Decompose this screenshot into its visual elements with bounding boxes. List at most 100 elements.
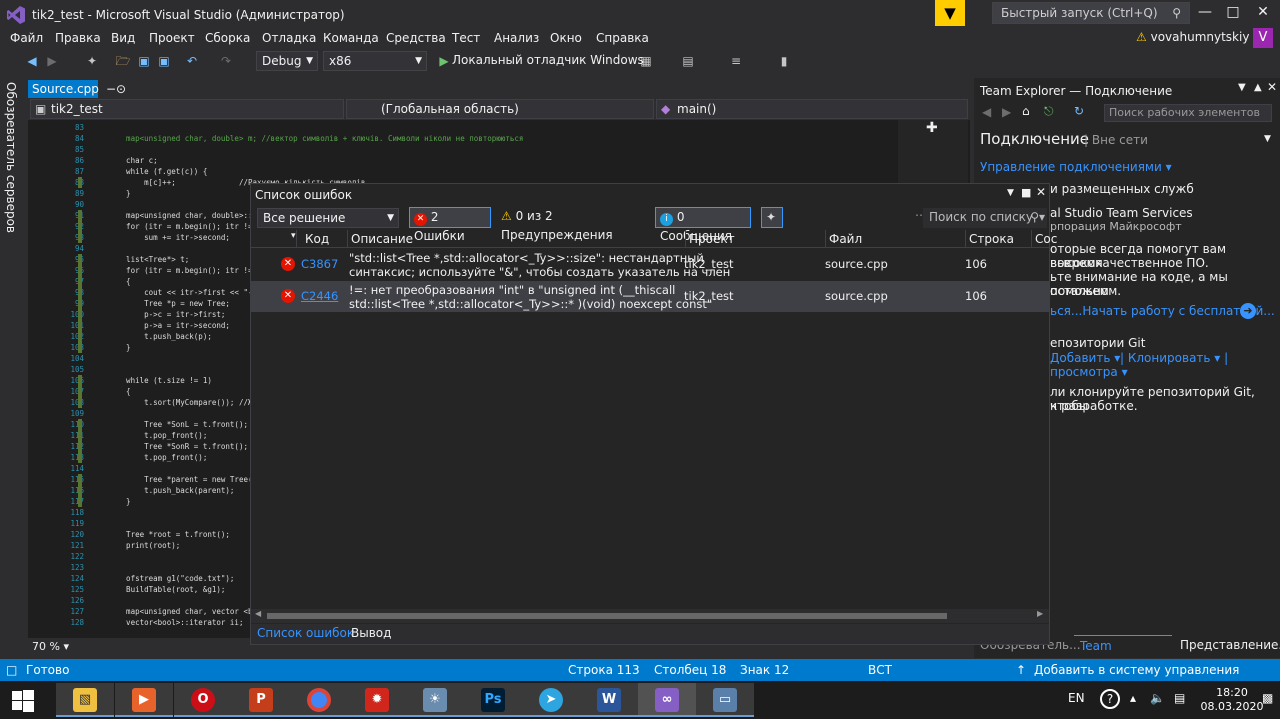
column-project[interactable]: Проект bbox=[689, 232, 735, 246]
input-language[interactable]: EN bbox=[1068, 691, 1085, 705]
tab-team-explorer[interactable]: Team Explorer... bbox=[1074, 635, 1172, 673]
menu-analyze[interactable]: Анализ bbox=[494, 31, 539, 45]
code-line[interactable]: 85 bbox=[28, 144, 968, 155]
taskbar-remote-desktop[interactable]: ▭ bbox=[696, 683, 754, 717]
taskbar-file-explorer[interactable]: ▧ bbox=[56, 683, 114, 717]
save-icon[interactable]: ▣ bbox=[136, 53, 152, 69]
build-filter-button[interactable]: ✦ bbox=[761, 207, 783, 228]
column-state[interactable]: Сос bbox=[1035, 232, 1057, 246]
table-row[interactable]: ✕ C2446 !=: нет преобразования "int" в "… bbox=[251, 281, 1049, 312]
menu-window[interactable]: Окно bbox=[550, 31, 582, 45]
horizontal-scrollbar[interactable]: ◀ ▶ bbox=[251, 609, 1049, 623]
error-code-link[interactable]: C2446 bbox=[301, 289, 338, 303]
split-icon[interactable]: ✚ bbox=[926, 120, 938, 136]
work-item-search-input[interactable]: Поиск рабочих элементов bbox=[1104, 104, 1272, 122]
network-icon[interactable]: ▤ bbox=[1174, 691, 1185, 705]
git-view-link[interactable]: просмотра ▾ bbox=[1050, 365, 1128, 379]
column-code[interactable]: Код bbox=[305, 232, 329, 246]
tab-source-cpp[interactable]: Source.cpp −⊙ bbox=[28, 80, 126, 98]
start-debugging-icon[interactable]: ▶ bbox=[436, 53, 452, 69]
volume-icon[interactable]: 🔈 bbox=[1150, 691, 1165, 705]
chevron-down-icon[interactable]: ▼ bbox=[1007, 188, 1014, 198]
taskbar-photoshop[interactable]: Ps bbox=[464, 683, 522, 717]
git-clone-link[interactable]: | Клонировать ▾ | bbox=[1120, 351, 1228, 365]
menu-view[interactable]: Вид bbox=[111, 31, 135, 45]
menu-file[interactable]: Файл bbox=[10, 31, 43, 45]
pin-icon[interactable]: −⊙ bbox=[106, 80, 126, 98]
menu-edit[interactable]: Правка bbox=[55, 31, 101, 45]
column-file[interactable]: Файл bbox=[829, 232, 862, 246]
panel-dropdown-icon[interactable]: ▼ bbox=[1238, 82, 1246, 93]
taskbar-opera[interactable]: O bbox=[174, 683, 232, 717]
scrollbar-thumb[interactable] bbox=[267, 613, 947, 619]
new-project-icon[interactable]: ✦ bbox=[84, 53, 100, 69]
feedback-filter-icon[interactable]: ▼ bbox=[935, 0, 965, 26]
menu-help[interactable]: Справка bbox=[596, 31, 649, 45]
run-debugger-button[interactable]: Локальный отладчик Windows bbox=[452, 53, 644, 67]
taskbar-telegram[interactable]: ➤ bbox=[522, 683, 580, 717]
back-icon[interactable]: ◀ bbox=[982, 105, 991, 119]
scroll-left-icon[interactable]: ◀ bbox=[255, 609, 261, 618]
error-search-input[interactable]: Поиск по списку ⚲▾ bbox=[923, 208, 1047, 228]
project-select[interactable]: ▣ tik2_test bbox=[30, 99, 344, 119]
plug-icon[interactable]: ⎋ bbox=[1044, 104, 1054, 119]
notifications-icon[interactable]: ▩ bbox=[1262, 691, 1273, 705]
column-description[interactable]: Описание bbox=[351, 232, 413, 246]
code-line[interactable]: 87 while (f.get(c)) { bbox=[28, 166, 968, 177]
menu-build[interactable]: Сборка bbox=[205, 31, 250, 45]
maximize-icon[interactable]: ■ bbox=[1021, 186, 1031, 199]
taskbar-word[interactable]: W bbox=[580, 683, 638, 717]
forward-icon[interactable]: ▶ bbox=[1002, 105, 1011, 119]
scroll-right-icon[interactable]: ▶ bbox=[1037, 609, 1043, 618]
home-icon[interactable]: ⌂ bbox=[1022, 104, 1030, 118]
menu-project[interactable]: Проект bbox=[149, 31, 195, 45]
scope-select[interactable]: (Глобальная область) bbox=[346, 99, 654, 119]
code-line[interactable]: 83 bbox=[28, 122, 968, 133]
windows-start-icon[interactable] bbox=[12, 690, 34, 712]
taskbar-app-red[interactable]: ✹ bbox=[348, 683, 406, 717]
tab-error-list[interactable]: Список ошибок bbox=[257, 626, 354, 640]
platform-select[interactable]: x86 ▼ bbox=[323, 51, 427, 71]
chevron-down-icon[interactable]: ▼ bbox=[1264, 134, 1271, 144]
close-icon[interactable]: ✕ bbox=[1267, 80, 1277, 94]
zoom-level[interactable]: 70 % ▾ bbox=[28, 638, 250, 656]
errors-filter-button[interactable]: ✕ 2 Ошибки bbox=[409, 207, 491, 243]
member-select[interactable]: ◆ main() bbox=[656, 99, 968, 119]
warnings-filter-button[interactable]: ⚠ 0 из 2 Предупреждения bbox=[497, 207, 645, 242]
column-line[interactable]: Строка bbox=[969, 232, 1014, 246]
close-icon[interactable]: ✕ bbox=[1036, 185, 1046, 199]
pin-icon[interactable]: ▲ bbox=[1254, 82, 1262, 93]
taskbar-visual-studio[interactable]: ∞ bbox=[638, 683, 696, 717]
taskbar-media-player[interactable]: ▶ bbox=[115, 683, 173, 717]
taskbar-powerpoint[interactable]: P bbox=[232, 683, 290, 717]
server-explorer-tab[interactable]: Обозреватель серверов bbox=[0, 78, 24, 658]
menu-tools[interactable]: Средства bbox=[386, 31, 446, 45]
close-button[interactable]: ✕ bbox=[1248, 4, 1278, 24]
redo-icon[interactable]: ↷ bbox=[218, 53, 234, 69]
sort-icon[interactable]: ▾ bbox=[291, 231, 296, 241]
toolbar-find-icon[interactable]: ▤ bbox=[680, 53, 696, 69]
code-line[interactable]: 84 map<unsigned char, double> m; //векто… bbox=[28, 133, 968, 144]
menu-debug[interactable]: Отладка bbox=[262, 31, 316, 45]
comment-icon[interactable]: ≡ bbox=[728, 53, 744, 69]
system-clock[interactable]: 18:20 08.03.2020 bbox=[1196, 686, 1268, 714]
table-row[interactable]: ✕ C3867 "std::list<Tree *,std::allocator… bbox=[251, 249, 1049, 280]
manage-connections-link[interactable]: Управление подключениями ▾ bbox=[980, 160, 1172, 174]
help-icon[interactable]: ? bbox=[1100, 689, 1120, 709]
menu-team[interactable]: Команда bbox=[323, 31, 379, 45]
bookmark-icon[interactable]: ▮ bbox=[776, 53, 792, 69]
git-add-link[interactable]: Добавить ▾ bbox=[1050, 351, 1120, 365]
forward-icon[interactable]: ▶ bbox=[44, 53, 60, 69]
tab-class-view[interactable]: Представление... bbox=[1174, 635, 1280, 657]
error-code-link[interactable]: C3867 bbox=[301, 257, 338, 271]
tray-arrow-icon[interactable]: ▴ bbox=[1130, 691, 1136, 705]
messages-filter-button[interactable]: i 0 Сообщения bbox=[655, 207, 751, 243]
taskbar-chrome[interactable] bbox=[290, 683, 348, 717]
taskbar-paint[interactable]: ☀ bbox=[406, 683, 464, 717]
maximize-button[interactable]: □ bbox=[1218, 4, 1248, 24]
scope-select[interactable]: Все решение ▼ bbox=[257, 208, 399, 228]
menu-test[interactable]: Тест bbox=[452, 31, 480, 45]
save-all-icon[interactable]: ▣ bbox=[156, 53, 172, 69]
arrow-right-icon[interactable]: ➜ bbox=[1240, 303, 1256, 319]
code-line[interactable]: 86 char c; bbox=[28, 155, 968, 166]
